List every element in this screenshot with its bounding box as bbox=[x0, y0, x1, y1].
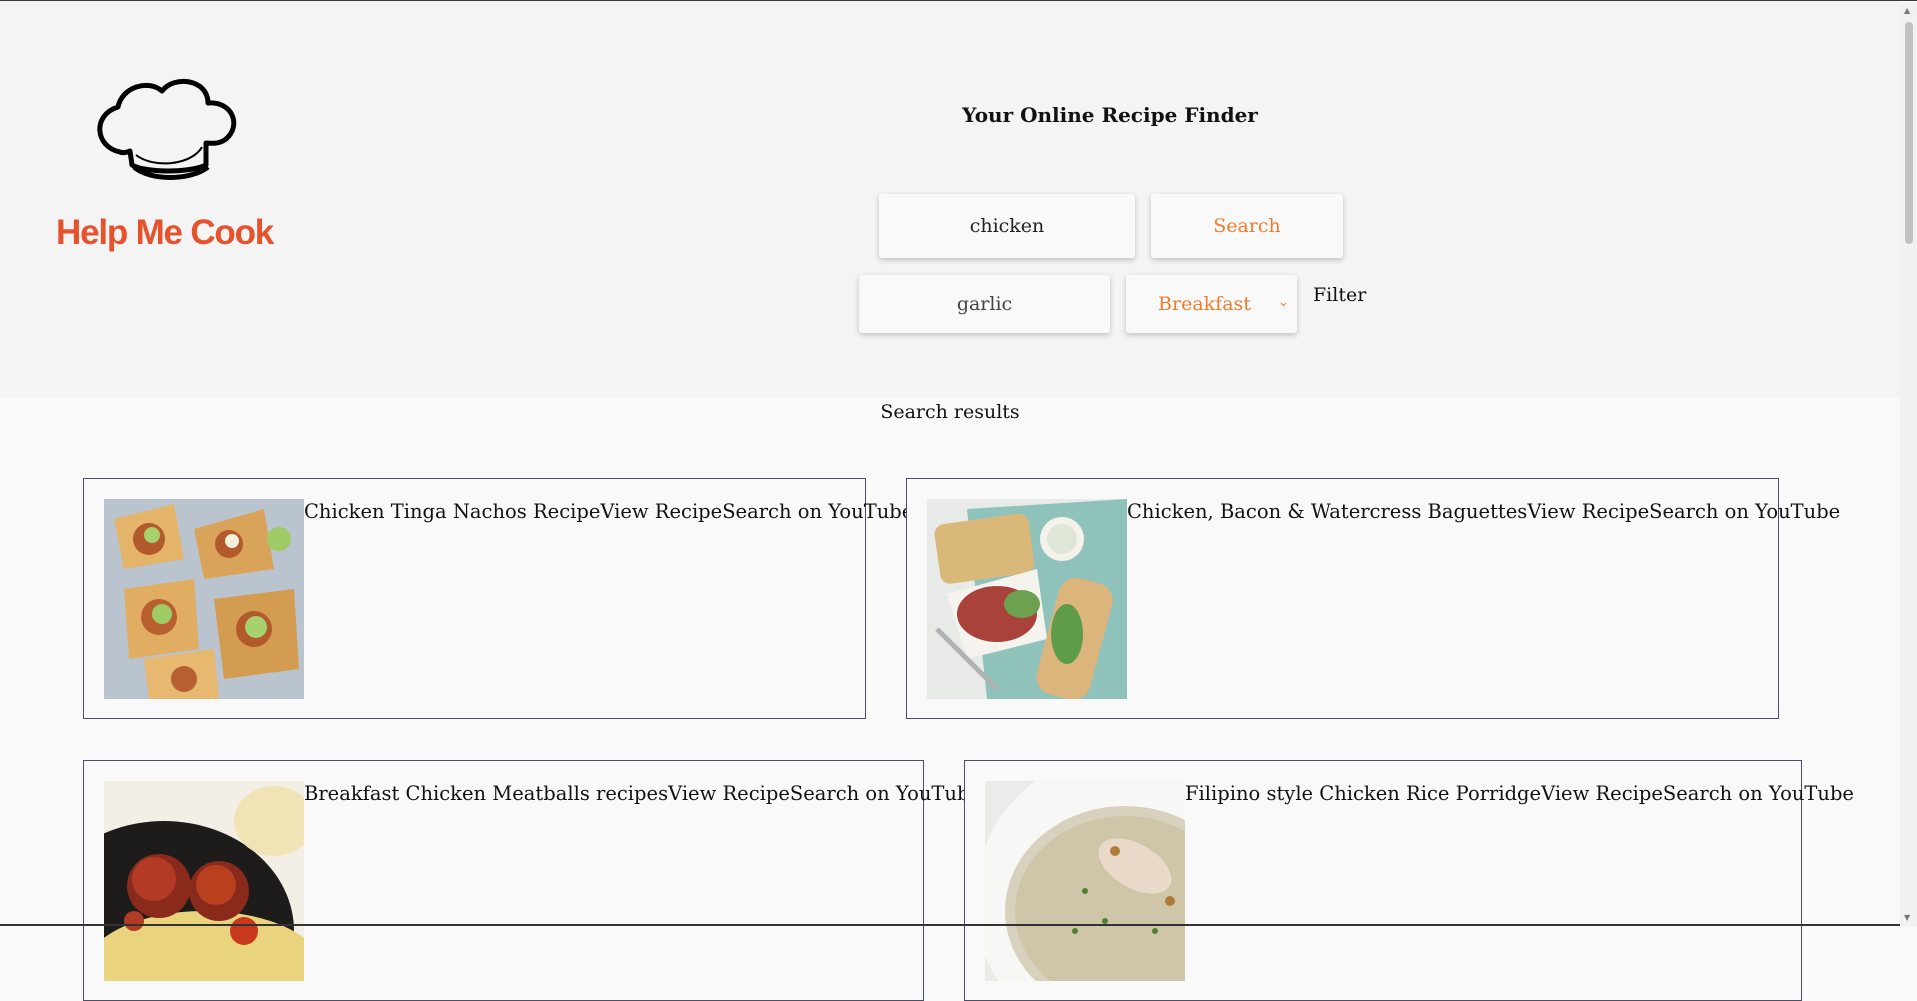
youtube-search-link[interactable]: Search on YouTube bbox=[1663, 782, 1854, 805]
header: Help Me Cook Your Online Recipe Finder c… bbox=[0, 1, 1900, 397]
recipe-name: Filipino style Chicken Rice Porridge bbox=[1185, 782, 1542, 805]
chef-hat-icon bbox=[97, 79, 237, 180]
brand-name: Help Me Cook bbox=[56, 213, 274, 252]
youtube-search-link[interactable]: Search on YouTube bbox=[790, 782, 981, 805]
view-recipe-link[interactable]: View Recipe bbox=[1541, 782, 1663, 805]
meal-type-value: Breakfast bbox=[1158, 293, 1251, 315]
recipe-name: Chicken Tinga Nachos Recipe bbox=[304, 500, 601, 523]
recipe-name: Breakfast Chicken Meatballs recipes bbox=[304, 782, 669, 805]
recipe-image bbox=[985, 781, 1185, 981]
results-title: Search results bbox=[880, 401, 1020, 423]
view-recipe-link[interactable]: View Recipe bbox=[1527, 500, 1649, 523]
recipe-card: Chicken, Bacon & Watercress BaguettesVie… bbox=[906, 478, 1840, 719]
view-recipe-link[interactable]: View Recipe bbox=[600, 500, 722, 523]
page-tagline: Your Online Recipe Finder bbox=[962, 103, 1258, 127]
filter-label: Filter bbox=[1313, 284, 1367, 306]
ingredient-input[interactable]: garlic bbox=[859, 275, 1110, 333]
recipe-card: Chicken Tinga Nachos RecipeView RecipeSe… bbox=[83, 478, 913, 719]
meal-type-select[interactable]: Breakfast ⌄ bbox=[1126, 275, 1297, 333]
chevron-down-icon: ⌄ bbox=[1278, 295, 1289, 310]
youtube-search-link[interactable]: Search on YouTube bbox=[1649, 500, 1840, 523]
recipe-name: Chicken, Bacon & Watercress Baguettes bbox=[1127, 500, 1528, 523]
scrollbar-thumb[interactable] bbox=[1905, 22, 1913, 244]
view-recipe-link[interactable]: View Recipe bbox=[668, 782, 790, 805]
search-input[interactable]: chicken bbox=[879, 194, 1135, 258]
recipe-card-text: Chicken Tinga Nachos RecipeView RecipeSe… bbox=[304, 500, 913, 523]
youtube-search-link[interactable]: Search on YouTube bbox=[722, 500, 913, 523]
scroll-down-icon[interactable]: ▼ bbox=[1904, 913, 1910, 922]
scroll-up-icon[interactable]: ▲ bbox=[1904, 6, 1910, 15]
recipe-card-text: Breakfast Chicken Meatballs recipesView … bbox=[304, 782, 981, 805]
recipe-card-text: Filipino style Chicken Rice PorridgeView… bbox=[1185, 782, 1854, 805]
recipe-card: Breakfast Chicken Meatballs recipesView … bbox=[83, 760, 981, 1001]
recipe-card: Filipino style Chicken Rice PorridgeView… bbox=[964, 760, 1854, 1001]
search-button[interactable]: Search bbox=[1151, 194, 1343, 258]
recipe-image bbox=[927, 499, 1127, 699]
vertical-scrollbar[interactable]: ▲ ▼ bbox=[1900, 2, 1917, 926]
recipe-image bbox=[104, 781, 304, 981]
recipe-image bbox=[104, 499, 304, 699]
recipe-card-text: Chicken, Bacon & Watercress BaguettesVie… bbox=[1127, 500, 1840, 523]
